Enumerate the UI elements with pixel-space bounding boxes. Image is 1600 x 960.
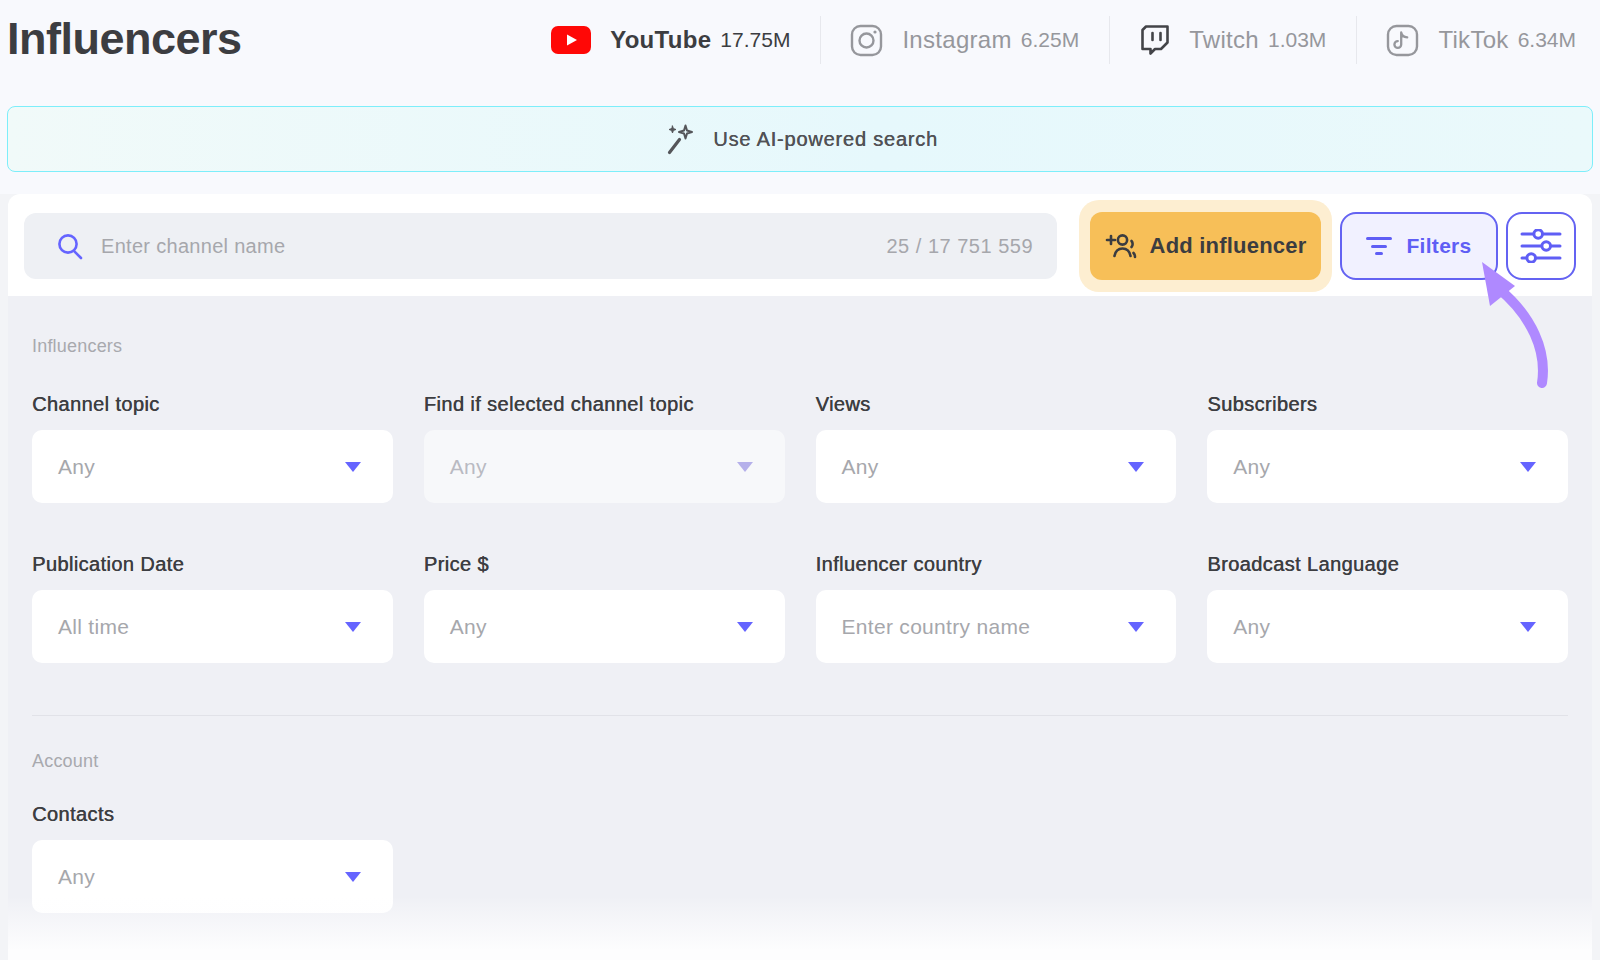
youtube-icon <box>551 26 591 54</box>
top-section: Influencers YouTube 17.75M Instagram 6.25M T… <box>0 0 1600 194</box>
filter-select-contacts[interactable]: Any <box>32 840 393 913</box>
filter-label-broadcast-language: Broadcast Language <box>1207 553 1568 576</box>
filters-label: Filters <box>1406 234 1471 258</box>
filter-label-influencer-country: Influencer country <box>816 553 1177 576</box>
platform-name: Instagram <box>902 26 1011 54</box>
filter-field-subscribers: Subscribers Any <box>1207 393 1568 503</box>
twitch-icon <box>1139 24 1170 57</box>
magic-wand-icon <box>662 121 698 157</box>
add-influencer-label: Add influencer <box>1150 233 1307 259</box>
platform-tab-instagram[interactable]: Instagram 6.25M <box>850 24 1079 57</box>
filter-label-views: Views <box>816 393 1177 416</box>
chevron-down-icon <box>345 872 361 882</box>
filter-value-contacts: Any <box>58 865 95 889</box>
chevron-down-icon <box>737 462 753 472</box>
chevron-down-icon <box>345 622 361 632</box>
header: Influencers YouTube 17.75M Instagram 6.25M T… <box>0 0 1600 80</box>
advanced-filters-button[interactable] <box>1506 212 1576 280</box>
section-label-account: Account <box>32 751 1568 772</box>
chevron-down-icon <box>1128 622 1144 632</box>
search-icon <box>55 231 85 261</box>
chevron-down-icon <box>345 462 361 472</box>
platform-tab-tiktok[interactable]: TikTok 6.34M <box>1386 24 1576 57</box>
chevron-down-icon <box>737 622 753 632</box>
chevron-down-icon <box>1520 462 1536 472</box>
platform-count: 17.75M <box>720 28 790 52</box>
filter-value-selected-channel-topic: Any <box>450 455 487 479</box>
filter-value-views: Any <box>842 455 879 479</box>
filter-select-views[interactable]: Any <box>816 430 1177 503</box>
filter-select-price[interactable]: Any <box>424 590 785 663</box>
filter-field-publication-date: Publication Date All time <box>32 553 393 663</box>
filter-field-views: Views Any <box>816 393 1177 503</box>
add-influencer-button[interactable]: Add influencer <box>1090 212 1321 280</box>
platform-tabs: YouTube 17.75M Instagram 6.25M Twitch 1.03M Ti… <box>551 16 1600 64</box>
filter-label-subscribers: Subscribers <box>1207 393 1568 416</box>
filter-field-channel-topic: Channel topic Any <box>32 393 393 503</box>
filter-value-subscribers: Any <box>1233 455 1270 479</box>
filter-label-price: Price $ <box>424 553 785 576</box>
platform-count: 1.03M <box>1268 28 1326 52</box>
filters-panel: Influencers Channel topicAnyFind if sele… <box>8 296 1592 960</box>
chevron-down-icon <box>1128 462 1144 472</box>
filter-label-publication-date: Publication Date <box>32 553 393 576</box>
section-label-influencers: Influencers <box>32 336 1568 357</box>
filter-field-broadcast-language: Broadcast Language Any <box>1207 553 1568 663</box>
filter-value-publication-date: All time <box>58 615 129 639</box>
filter-select-publication-date[interactable]: All time <box>32 590 393 663</box>
filter-select-influencer-country[interactable]: Enter country name <box>816 590 1177 663</box>
ai-search-banner[interactable]: Use AI-powered search <box>7 106 1593 172</box>
section-divider <box>32 715 1568 716</box>
filter-select-broadcast-language[interactable]: Any <box>1207 590 1568 663</box>
tiktok-icon <box>1386 24 1419 57</box>
filter-select-subscribers[interactable]: Any <box>1207 430 1568 503</box>
filter-value-channel-topic: Any <box>58 455 95 479</box>
sliders-icon <box>1520 229 1562 263</box>
instagram-icon <box>850 24 883 57</box>
filters-button[interactable]: Filters <box>1340 212 1498 280</box>
filter-field-selected-channel-topic: Find if selected channel topic Any <box>424 393 785 503</box>
platform-name: YouTube <box>610 26 711 54</box>
ai-search-label: Use AI-powered search <box>713 128 938 151</box>
filter-select-selected-channel-topic: Any <box>424 430 785 503</box>
chevron-down-icon <box>1520 622 1536 632</box>
tab-divider <box>1109 16 1110 64</box>
platform-count: 6.34M <box>1518 28 1576 52</box>
filter-value-influencer-country: Enter country name <box>842 615 1031 639</box>
platform-name: TikTok <box>1438 26 1508 54</box>
tab-divider <box>1356 16 1357 64</box>
filter-label-selected-channel-topic: Find if selected channel topic <box>424 393 785 416</box>
platform-tab-youtube[interactable]: YouTube 17.75M <box>551 26 790 54</box>
channel-search-input[interactable]: Enter channel name 25 / 17 751 559 <box>24 213 1057 279</box>
filter-field-influencer-country: Influencer country Enter country name <box>816 553 1177 663</box>
filter-select-channel-topic[interactable]: Any <box>32 430 393 503</box>
filter-lines-icon <box>1366 237 1392 255</box>
platform-name: Twitch <box>1189 26 1259 54</box>
filter-label-channel-topic: Channel topic <box>32 393 393 416</box>
filter-value-price: Any <box>450 615 487 639</box>
page-title: Influencers <box>7 13 242 65</box>
filter-value-broadcast-language: Any <box>1233 615 1270 639</box>
search-card: Enter channel name 25 / 17 751 559 Add i… <box>8 194 1592 296</box>
search-result-count: 25 / 17 751 559 <box>886 235 1033 258</box>
filter-field-price: Price $ Any <box>424 553 785 663</box>
add-person-icon <box>1105 231 1137 261</box>
add-influencer-halo: Add influencer <box>1079 200 1332 292</box>
platform-tab-twitch[interactable]: Twitch 1.03M <box>1139 24 1326 57</box>
filter-field-contacts: Contacts Any <box>32 803 393 913</box>
platform-count: 6.25M <box>1021 28 1079 52</box>
tab-divider <box>820 16 821 64</box>
search-placeholder: Enter channel name <box>101 235 285 258</box>
filter-label-contacts: Contacts <box>32 803 393 826</box>
